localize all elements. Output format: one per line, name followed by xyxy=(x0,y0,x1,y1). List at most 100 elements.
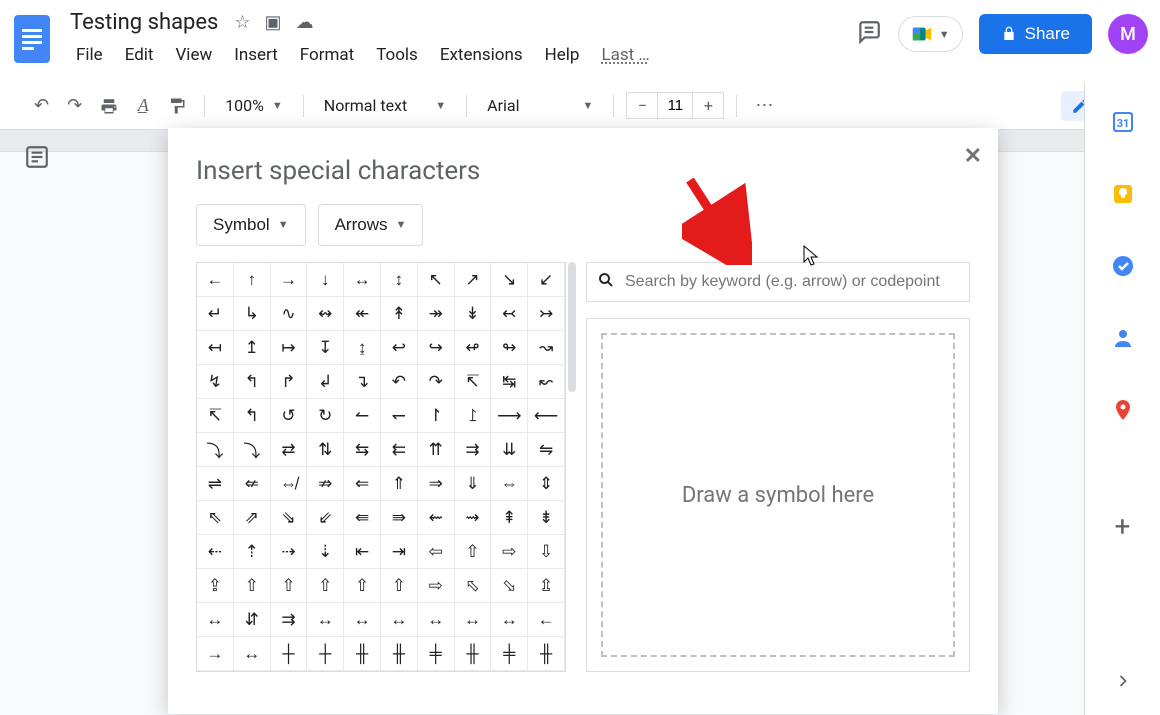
character-cell[interactable]: ⇕ xyxy=(528,467,565,501)
character-cell[interactable]: ⇵ xyxy=(234,603,271,637)
hide-side-panel-button[interactable] xyxy=(1113,671,1133,695)
character-cell[interactable]: ↸ xyxy=(197,399,234,433)
character-cell[interactable]: ┼ xyxy=(271,637,308,671)
more-tools-button[interactable]: ⋯ xyxy=(749,91,779,120)
character-cell[interactable]: ⇧ xyxy=(455,535,492,569)
menu-edit[interactable]: Edit xyxy=(115,41,164,69)
character-cell[interactable]: ↶ xyxy=(381,365,418,399)
character-cell[interactable]: ↔ xyxy=(418,603,455,637)
character-cell[interactable]: ⇥ xyxy=(381,535,418,569)
character-cell[interactable]: ↴ xyxy=(344,365,381,399)
character-cell[interactable]: ↱ xyxy=(271,365,308,399)
character-cell[interactable]: ∿ xyxy=(271,297,308,331)
document-outline-button[interactable] xyxy=(24,144,50,174)
move-icon[interactable]: ▣ xyxy=(265,12,282,33)
character-cell[interactable]: ↪ xyxy=(418,331,455,365)
character-cell[interactable]: ⇄ xyxy=(271,433,308,467)
character-cell[interactable]: ↾ xyxy=(418,399,455,433)
character-cell[interactable]: ⇑ xyxy=(381,467,418,501)
character-cell[interactable]: ⇪ xyxy=(197,569,234,603)
menu-insert[interactable]: Insert xyxy=(224,41,288,69)
increase-font-button[interactable]: + xyxy=(693,96,723,115)
character-cell[interactable]: ↺ xyxy=(271,399,308,433)
character-cell[interactable]: ⇣ xyxy=(307,535,344,569)
character-cell[interactable]: ⇦ xyxy=(418,535,455,569)
character-cell[interactable]: ⇟ xyxy=(528,501,565,535)
menu-view[interactable]: View xyxy=(165,41,222,69)
docs-app-icon[interactable] xyxy=(12,12,52,66)
tasks-app-icon[interactable] xyxy=(1111,254,1135,282)
character-cell[interactable]: ↭ xyxy=(307,297,344,331)
character-cell[interactable]: ╫ xyxy=(381,637,418,671)
character-cell[interactable]: ⇐ xyxy=(344,467,381,501)
character-cell[interactable]: ↔ xyxy=(234,637,271,671)
character-cell[interactable]: ⇚ xyxy=(344,501,381,535)
character-cell[interactable]: ↖ xyxy=(418,263,455,297)
decrease-font-button[interactable]: − xyxy=(627,96,657,115)
character-cell[interactable]: ⇫ xyxy=(528,569,565,603)
character-cell[interactable]: ⇧ xyxy=(271,569,308,603)
grid-scrollbar[interactable] xyxy=(568,262,576,392)
character-cell[interactable]: ↙ xyxy=(528,263,565,297)
character-cell[interactable]: ↡ xyxy=(455,297,492,331)
character-cell[interactable]: ↰ xyxy=(234,365,271,399)
character-cell[interactable]: ╪ xyxy=(418,637,455,671)
character-cell[interactable]: ↳ xyxy=(234,297,271,331)
character-cell[interactable]: ↑ xyxy=(234,263,271,297)
zoom-select[interactable]: 100% ▼ xyxy=(217,96,291,115)
character-cell[interactable]: ┼ xyxy=(307,637,344,671)
character-cell[interactable]: ↜ xyxy=(528,365,565,399)
character-cell[interactable]: → xyxy=(197,637,234,671)
share-button[interactable]: Share xyxy=(979,14,1092,54)
keep-app-icon[interactable] xyxy=(1111,182,1135,210)
character-cell[interactable]: ↔ xyxy=(344,263,381,297)
character-cell[interactable]: ↯ xyxy=(197,365,234,399)
character-cell[interactable]: ⇋ xyxy=(528,433,565,467)
doc-title[interactable]: Testing shapes xyxy=(66,8,222,37)
character-cell[interactable]: ⇉ xyxy=(455,433,492,467)
redo-button[interactable]: ↷ xyxy=(61,91,88,120)
character-cell[interactable]: ⇤ xyxy=(344,535,381,569)
font-size-input[interactable] xyxy=(657,93,693,118)
star-icon[interactable]: ☆ xyxy=(234,12,250,33)
paragraph-style-select[interactable]: Normal text ▼ xyxy=(316,96,454,115)
character-cell[interactable]: ↔ xyxy=(197,603,234,637)
character-cell[interactable]: ↥ xyxy=(234,331,271,365)
menu-file[interactable]: File xyxy=(66,41,113,69)
character-cell[interactable]: ⇘ xyxy=(271,501,308,535)
character-cell[interactable]: ⇙ xyxy=(307,501,344,535)
character-cell[interactable]: ↤ xyxy=(197,331,234,365)
subcategory-select[interactable]: Arrows ▼ xyxy=(318,204,424,246)
character-cell[interactable]: ↢ xyxy=(491,297,528,331)
menu-help[interactable]: Help xyxy=(535,41,590,69)
character-cell[interactable]: ⇧ xyxy=(344,569,381,603)
character-cell[interactable]: ↞ xyxy=(344,297,381,331)
print-button[interactable] xyxy=(94,93,124,119)
character-cell[interactable]: ⇠ xyxy=(197,535,234,569)
character-cell[interactable]: ↫ xyxy=(455,331,492,365)
menu-extensions[interactable]: Extensions xyxy=(430,41,533,69)
character-cell[interactable]: ⇗ xyxy=(234,501,271,535)
character-cell[interactable]: → xyxy=(271,263,308,297)
character-cell[interactable]: ↻ xyxy=(307,399,344,433)
character-cell[interactable]: ⇛ xyxy=(381,501,418,535)
character-cell[interactable]: ⇔ xyxy=(491,467,528,501)
character-cell[interactable]: ↗ xyxy=(455,263,492,297)
maps-app-icon[interactable] xyxy=(1111,398,1135,426)
character-cell[interactable]: ↵ xyxy=(197,297,234,331)
character-cell[interactable]: ↽ xyxy=(381,399,418,433)
character-cell[interactable]: ⇨ xyxy=(418,569,455,603)
character-cell[interactable]: ⇍ xyxy=(234,467,271,501)
spellcheck-button[interactable]: A̲ xyxy=(130,91,156,120)
character-cell[interactable]: ↓ xyxy=(307,263,344,297)
search-input[interactable] xyxy=(625,273,959,291)
character-cell[interactable]: ⇧ xyxy=(307,569,344,603)
calendar-app-icon[interactable]: 31 xyxy=(1111,110,1135,138)
character-cell[interactable]: ↲ xyxy=(307,365,344,399)
font-select[interactable]: Arial ▼ xyxy=(479,96,601,115)
undo-button[interactable]: ↶ xyxy=(28,91,55,120)
meet-button[interactable]: ▼ xyxy=(898,16,963,52)
character-cell[interactable]: ╪ xyxy=(491,637,528,671)
character-cell[interactable]: ⇜ xyxy=(418,501,455,535)
character-cell[interactable]: ⇊ xyxy=(491,433,528,467)
